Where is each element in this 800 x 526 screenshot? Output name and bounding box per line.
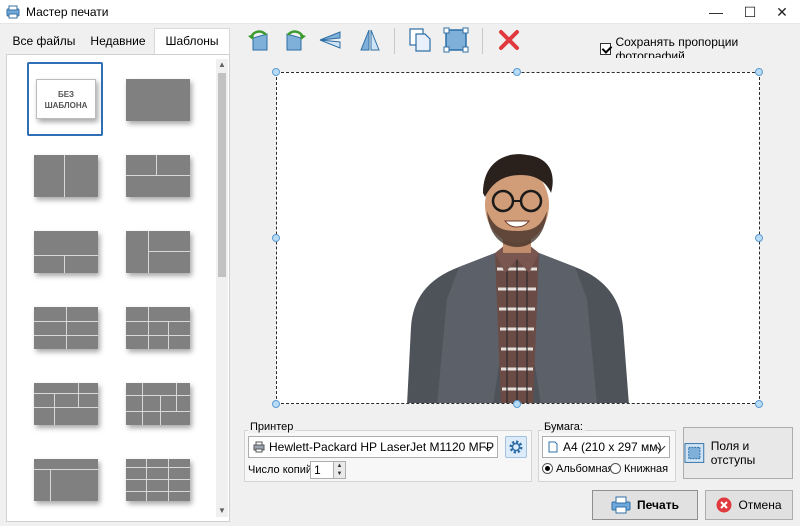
template-mosaic-c[interactable] [34, 459, 98, 501]
flip-horizontal-button[interactable] [318, 26, 346, 54]
scroll-up-icon[interactable]: ▲ [216, 59, 228, 71]
template-mosaic-a[interactable] [34, 383, 98, 425]
template-single[interactable] [126, 79, 190, 121]
stepper-up-icon[interactable]: ▲ [333, 462, 345, 470]
cancel-button[interactable]: Отмена [705, 490, 793, 520]
template-top-bottom[interactable] [34, 231, 98, 273]
templates-panel: БЕЗ ШАБЛОНА ▲ ▼ [6, 54, 230, 522]
template-grid-five[interactable] [34, 307, 98, 349]
delete-button[interactable] [495, 26, 523, 54]
printer-icon [611, 496, 631, 514]
printer-settings-button[interactable] [505, 436, 527, 458]
portrait-label: Книжная [624, 463, 669, 475]
copies-stepper[interactable]: 1 ▲ ▼ [310, 461, 346, 479]
template-mosaic-d[interactable] [126, 459, 190, 501]
tab-recent[interactable]: Недавние [82, 30, 154, 54]
resize-handle[interactable] [755, 234, 763, 242]
paper-size-value: A4 (210 x 297 мм) [563, 440, 662, 454]
title-bar: Мастер печати — ☐ ✕ [0, 0, 800, 24]
resize-handle[interactable] [272, 234, 280, 242]
photo-person[interactable] [397, 149, 637, 404]
margins-label: Поля и отступы [710, 439, 756, 467]
printer-name: Hewlett-Packard HP LaserJet M1120 MFP [269, 440, 494, 454]
resize-handle[interactable] [755, 400, 763, 408]
app-icon [6, 5, 20, 19]
rotate-right-button[interactable] [280, 26, 308, 54]
close-button[interactable]: ✕ [762, 0, 800, 24]
resize-handle[interactable] [272, 68, 280, 76]
flip-vertical-button[interactable] [356, 26, 384, 54]
template-two-vertical[interactable] [34, 155, 98, 197]
resize-handle[interactable] [755, 68, 763, 76]
tab-all-files[interactable]: Все файлы [8, 30, 80, 54]
print-preview [244, 58, 794, 420]
fit-frame-button[interactable] [442, 26, 470, 54]
margins-button[interactable]: Поля и отступы [683, 427, 793, 479]
paper-size-select[interactable]: A4 (210 x 297 мм) [542, 436, 670, 458]
fit-frame-icon [443, 27, 469, 53]
copy-button[interactable] [406, 26, 434, 54]
template-mosaic-b[interactable] [126, 383, 190, 425]
template-three-cols[interactable] [126, 155, 190, 197]
rotate-left-button[interactable] [246, 26, 274, 54]
copy-icon [409, 28, 431, 52]
margins-icon [684, 443, 705, 463]
preview-page [276, 72, 760, 404]
copies-value: 1 [314, 463, 321, 477]
stepper-down-icon[interactable]: ▼ [333, 470, 345, 478]
rotate-left-icon [248, 30, 268, 51]
paper-icon [548, 441, 558, 453]
window-title: Мастер печати [26, 5, 109, 19]
radio-selected-icon [542, 463, 553, 474]
print-button[interactable]: Печать [592, 490, 698, 520]
printer-select[interactable]: Hewlett-Packard HP LaserJet M1120 MFP [248, 436, 498, 458]
paper-group-label: Бумага: [542, 421, 585, 433]
templates-scrollbar[interactable]: ▲ ▼ [216, 59, 228, 517]
printer-icon [253, 441, 265, 453]
tab-templates[interactable]: Шаблоны [154, 28, 230, 56]
copies-label: Число копий: [248, 464, 316, 476]
template-grid-six[interactable] [126, 307, 190, 349]
source-tabs: Все файлы Недавние Шаблоны [6, 28, 230, 56]
flip-horizontal-icon [319, 31, 341, 49]
cancel-label: Отмена [738, 498, 782, 512]
resize-handle[interactable] [272, 400, 280, 408]
cancel-icon [716, 497, 732, 513]
print-label: Печать [637, 498, 679, 512]
toolbar-separator [394, 28, 395, 54]
printer-group-label: Принтер [248, 421, 296, 433]
landscape-label: Альбомная [556, 463, 614, 475]
checkbox-checked-icon [600, 43, 612, 55]
template-no-template[interactable]: БЕЗ ШАБЛОНА [36, 79, 96, 119]
template-side-stack[interactable] [126, 231, 190, 273]
rotate-right-icon [286, 30, 306, 51]
gear-icon [509, 440, 523, 454]
toolbar-separator [482, 28, 483, 54]
orientation-portrait[interactable]: Книжная [610, 463, 668, 475]
scroll-down-icon[interactable]: ▼ [216, 505, 228, 517]
resize-handle[interactable] [513, 400, 521, 408]
radio-unselected-icon [610, 463, 621, 474]
delete-icon [499, 30, 519, 50]
scroll-thumb[interactable] [218, 73, 226, 277]
flip-vertical-icon [360, 29, 380, 51]
resize-handle[interactable] [513, 68, 521, 76]
orientation-landscape[interactable]: Альбомная [542, 463, 614, 475]
